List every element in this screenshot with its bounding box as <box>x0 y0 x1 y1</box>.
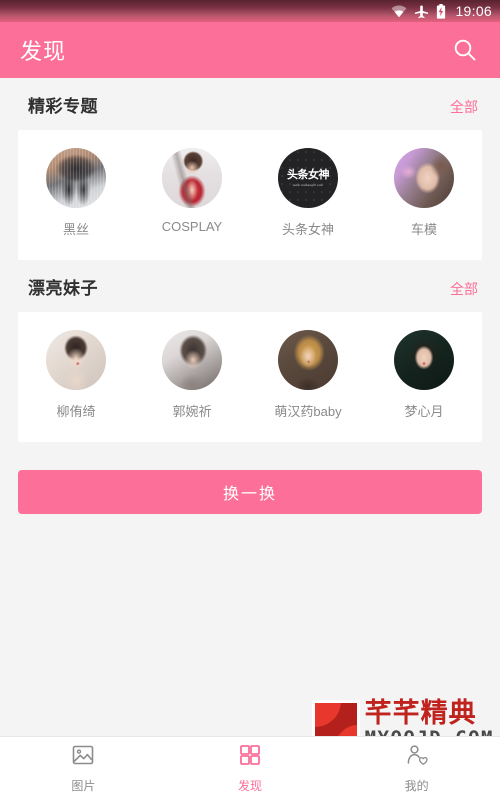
section-title: 精彩专题 <box>28 97 98 116</box>
refresh-section: 换一换 <box>0 442 500 514</box>
girl-card: 柳侑绮 郭婉祈 萌汉药baby 梦心月 <box>18 312 482 442</box>
avatar-logo-text: 头条女神 <box>287 168 330 181</box>
airplane-mode-icon <box>414 4 429 19</box>
battery-charging-icon <box>436 3 446 19</box>
tile-label: 柳侑绮 <box>56 404 96 419</box>
section-title: 漂亮妹子 <box>28 279 98 298</box>
girl-tile-3[interactable]: 梦心月 <box>366 330 482 420</box>
page-title: 发现 <box>20 39 67 64</box>
nav-label: 我的 <box>404 779 429 793</box>
nav-item-images[interactable]: 图片 <box>0 737 167 800</box>
tile-label: 车模 <box>410 222 437 237</box>
section-featured-topics: 精彩专题 全部 黑丝 COSPLAY 头条女神 www.toutiaogirl.… <box>0 92 500 260</box>
topic-card: 黑丝 COSPLAY 头条女神 www.toutiaogirl.com 头条女神… <box>18 130 482 260</box>
wifi-icon <box>391 5 407 18</box>
tile-label: 郭婉祈 <box>172 404 212 419</box>
avatar <box>278 330 338 390</box>
avatar <box>394 148 454 208</box>
tile-label: 梦心月 <box>404 404 444 419</box>
avatar-logo-subtext: www.toutiaogirl.com <box>292 182 324 187</box>
avatar <box>162 330 222 390</box>
girl-tile-0[interactable]: 柳侑绮 <box>18 330 134 420</box>
nav-label: 发现 <box>238 779 263 793</box>
topic-tile-1[interactable]: COSPLAY <box>134 148 250 238</box>
image-icon <box>71 743 95 772</box>
avatar <box>394 330 454 390</box>
nav-item-discover[interactable]: 发现 <box>167 737 334 800</box>
avatar: 头条女神 www.toutiaogirl.com <box>278 148 338 208</box>
tile-label: COSPLAY <box>161 219 223 234</box>
bottom-navigation: 图片 发现 我的 <box>0 736 500 800</box>
topic-tile-2[interactable]: 头条女神 www.toutiaogirl.com 头条女神 <box>250 148 366 238</box>
search-icon[interactable] <box>448 33 482 67</box>
avatar <box>162 148 222 208</box>
avatar <box>46 148 106 208</box>
tile-label: 黑丝 <box>62 222 89 237</box>
status-bar: 19:06 <box>0 0 500 22</box>
section-header: 精彩专题 全部 <box>0 92 500 124</box>
profile-heart-icon <box>405 743 429 772</box>
tile-label: 萌汉药baby <box>274 404 342 419</box>
nav-label: 图片 <box>71 779 96 793</box>
section-more-link[interactable]: 全部 <box>450 279 478 299</box>
tile-label: 头条女神 <box>281 222 334 237</box>
grid-icon <box>238 743 262 772</box>
avatar <box>46 330 106 390</box>
refresh-button[interactable]: 换一换 <box>18 470 482 514</box>
status-bar-clock: 19:06 <box>455 3 492 19</box>
girl-tile-1[interactable]: 郭婉祈 <box>134 330 250 420</box>
section-more-link[interactable]: 全部 <box>450 97 478 117</box>
topic-tile-3[interactable]: 车模 <box>366 148 482 238</box>
discover-content: 精彩专题 全部 黑丝 COSPLAY 头条女神 www.toutiaogirl.… <box>0 78 500 736</box>
section-pretty-girls: 漂亮妹子 全部 柳侑绮 郭婉祈 萌汉药baby 梦心月 <box>0 274 500 442</box>
nav-item-profile[interactable]: 我的 <box>333 737 500 800</box>
topic-tile-0[interactable]: 黑丝 <box>18 148 134 238</box>
app-bar: 发现 <box>0 22 500 78</box>
girl-tile-2[interactable]: 萌汉药baby <box>250 330 366 420</box>
app-screen: 19:06 发现 精彩专题 全部 黑丝 COSPLAY 头条女神 www.tou… <box>0 0 500 800</box>
section-header: 漂亮妹子 全部 <box>0 274 500 306</box>
